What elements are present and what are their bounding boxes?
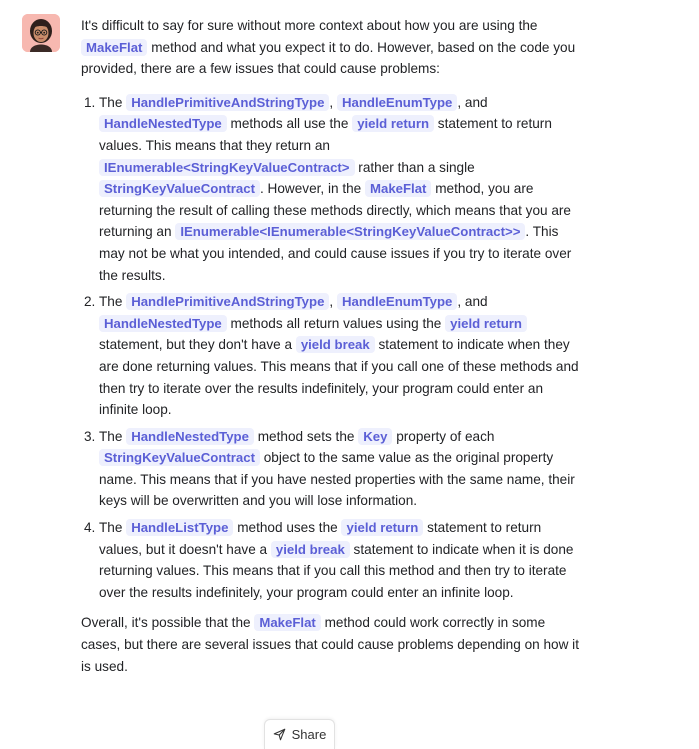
intro-text: method and what you expect it to do. How… xyxy=(81,39,576,77)
list-item-number: 3. xyxy=(84,428,96,444)
intro-text: It's difficult to say for sure without m… xyxy=(81,18,538,33)
inline-code: HandlePrimitiveAndStringType xyxy=(126,293,330,311)
inline-code: StringKeyValueContract xyxy=(99,180,260,198)
memoji-avatar-icon xyxy=(22,14,60,52)
item-text: statement, but they don't have a xyxy=(99,337,296,353)
outro-paragraph: Overall, it's possible that the MakeFlat… xyxy=(81,612,581,677)
inline-code: HandleNestedType xyxy=(126,427,254,445)
inline-code: yield return xyxy=(341,519,424,537)
list-item-number: 1. xyxy=(84,94,96,110)
share-button[interactable]: Share xyxy=(264,719,335,749)
list-item-number: 4. xyxy=(84,520,96,536)
inline-code: MakeFlat xyxy=(254,614,321,632)
share-button-label: Share xyxy=(291,727,327,742)
item-text: , xyxy=(329,94,337,110)
inline-code: yield break xyxy=(270,540,350,558)
inline-code: HandlePrimitiveAndStringType xyxy=(126,93,330,111)
inline-code: yield break xyxy=(295,336,375,354)
inline-code: HandleEnumType xyxy=(336,93,458,111)
item-text: , xyxy=(329,294,337,310)
share-icon xyxy=(273,728,285,741)
item-text: method uses the xyxy=(233,520,342,536)
item-text: The xyxy=(99,520,127,536)
inline-code: IEnumerable<StringKeyValueContract> xyxy=(99,158,355,176)
list-item: 4. The HandleListType method uses the yie… xyxy=(81,517,581,603)
intro-paragraph: It's difficult to say for sure without m… xyxy=(81,15,581,80)
inline-code: StringKeyValueContract xyxy=(99,449,260,467)
inline-code: yield return xyxy=(445,314,527,332)
outro-text: Overall, it's possible that the xyxy=(81,615,255,631)
inline-code: IEnumerable<IEnumerable<StringKeyValueCo… xyxy=(175,223,526,241)
item-text: rather than a single xyxy=(354,159,475,175)
inline-code: HandleEnumType xyxy=(336,293,458,311)
item-text: methods all use the xyxy=(226,116,353,132)
item-text: methods all return values using the xyxy=(226,315,446,331)
item-text: The xyxy=(99,428,127,444)
inline-code: MakeFlat xyxy=(81,38,148,56)
inline-code: HandleListType xyxy=(126,519,234,537)
issues-list: 1. The HandlePrimitiveAndStringType, Hand… xyxy=(81,92,581,604)
item-text: The xyxy=(99,94,127,110)
assistant-message: It's difficult to say for sure without m… xyxy=(81,15,581,677)
list-item: 1. The HandlePrimitiveAndStringType, Hand… xyxy=(81,92,581,286)
item-text: The xyxy=(99,294,127,310)
list-item-number: 2. xyxy=(84,294,96,310)
item-text: , and xyxy=(457,94,488,110)
item-text: , and xyxy=(457,294,488,310)
inline-code: Key xyxy=(358,427,393,445)
inline-code: yield return xyxy=(352,115,435,133)
item-text: property of each xyxy=(392,428,495,444)
list-item: 2. The HandlePrimitiveAndStringType, Hand… xyxy=(81,291,581,421)
inline-code: HandleNestedType xyxy=(99,115,227,133)
inline-code: MakeFlat xyxy=(365,180,432,198)
inline-code: HandleNestedType xyxy=(99,314,227,332)
list-item: 3. The HandleNestedType method sets the K… xyxy=(81,426,581,512)
item-text: . However, in the xyxy=(259,181,365,197)
item-text: method sets the xyxy=(253,428,359,444)
user-avatar xyxy=(22,14,60,52)
bottom-fade-overlay xyxy=(0,700,699,749)
